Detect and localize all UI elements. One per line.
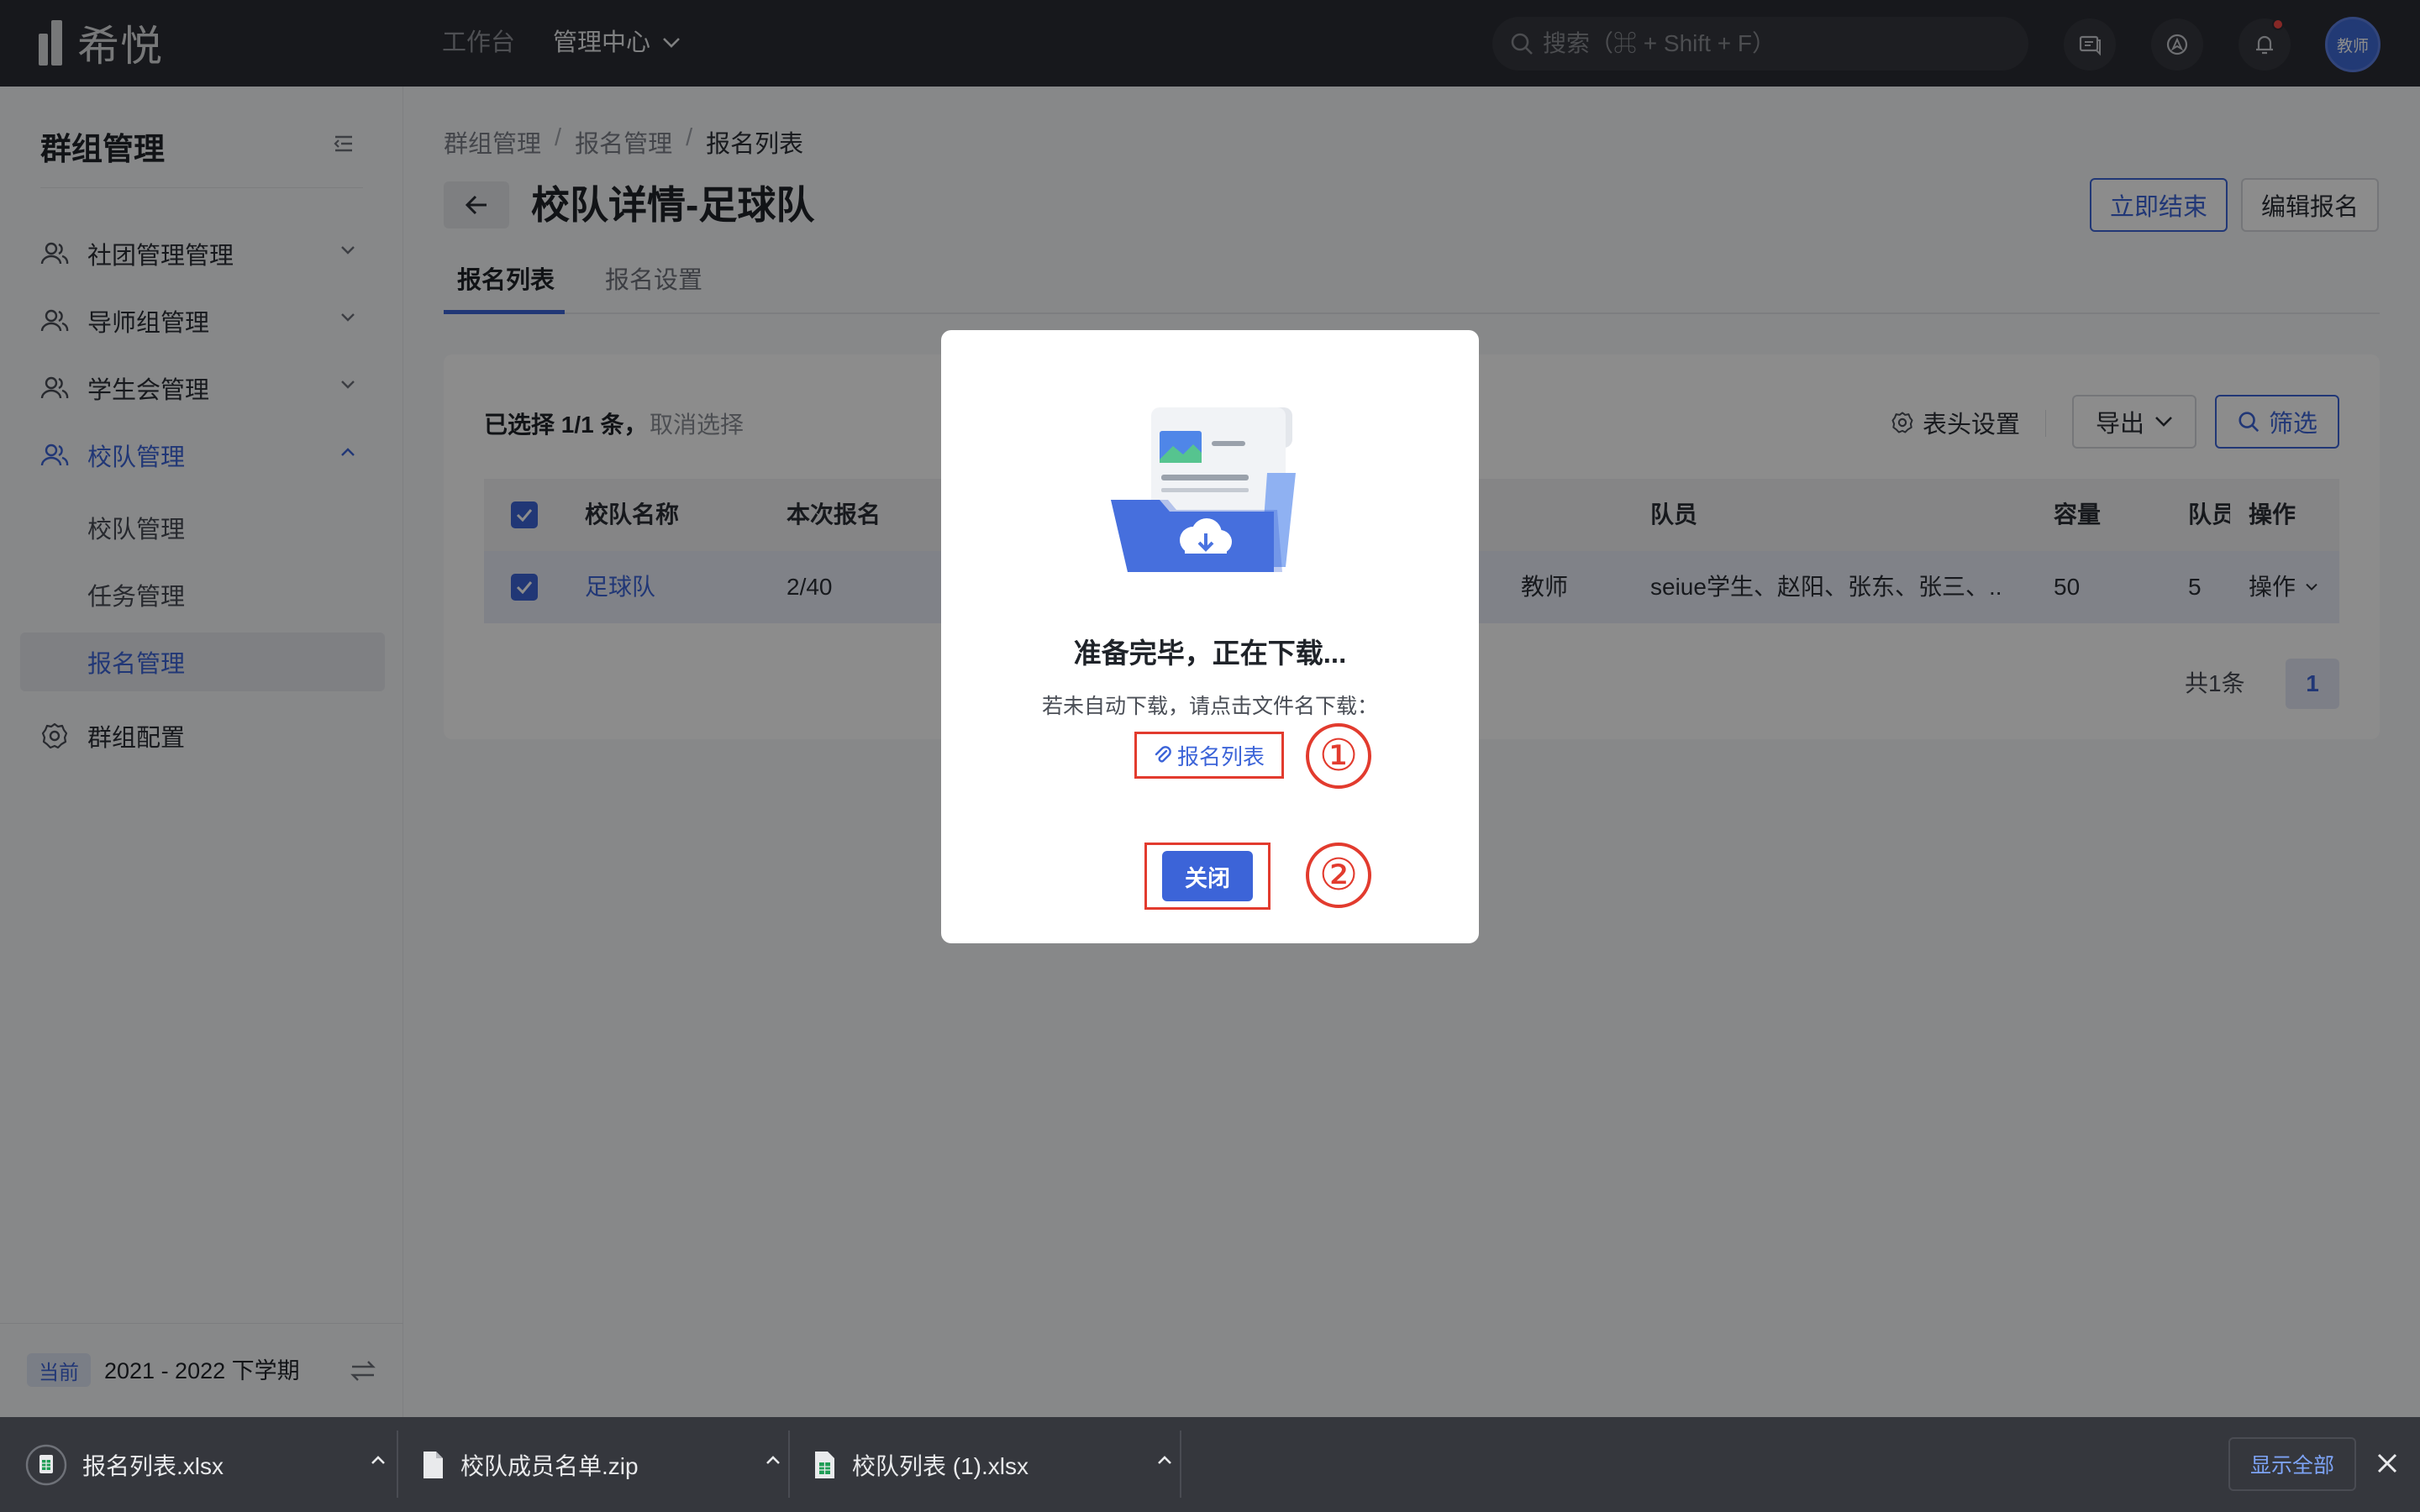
spreadsheet-icon: [25, 1444, 67, 1485]
step-2-annotation: ②: [1306, 843, 1371, 908]
chevron-up-icon[interactable]: [765, 1454, 781, 1466]
download-item[interactable]: 校队成员名单.zip: [420, 1417, 812, 1512]
chevron-up-icon[interactable]: [1156, 1454, 1173, 1466]
download-item[interactable]: 校队列表 (1).xlsx: [812, 1417, 1203, 1512]
download-dialog: 准备完毕，正在下载... 若未自动下载，请点击文件名下载： 报名列表 ① 关闭 …: [941, 330, 1479, 943]
download-file-name: 校队成员名单.zip: [460, 1452, 639, 1479]
chevron-up-icon[interactable]: [370, 1454, 387, 1466]
paperclip-icon: [1155, 746, 1171, 763]
close-icon[interactable]: [2375, 1451, 2400, 1476]
spreadsheet-icon: [815, 1451, 834, 1478]
file-icon: [424, 1451, 443, 1478]
browser-download-bar: 报名列表.xlsx 校队成员名单.zip 校队列表 (1).xlsx 显示全部: [0, 1417, 2420, 1512]
download-file-name: 报名列表: [1176, 743, 1265, 769]
download-item[interactable]: 报名列表.xlsx: [25, 1417, 417, 1512]
download-separator: [788, 1431, 790, 1498]
download-file-name: 校队列表 (1).xlsx: [852, 1452, 1029, 1479]
download-file-name: 报名列表.xlsx: [82, 1452, 224, 1479]
download-file-link[interactable]: 报名列表: [1134, 732, 1284, 779]
close-dialog-button[interactable]: 关闭: [1162, 851, 1253, 901]
step-1-annotation: ①: [1306, 723, 1371, 789]
show-all-downloads-button[interactable]: 显示全部: [2228, 1437, 2356, 1491]
download-separator: [1180, 1431, 1181, 1498]
download-separator: [397, 1431, 398, 1498]
close-button-highlight: 关闭: [1144, 843, 1270, 910]
dialog-title: 准备完毕，正在下载...: [1073, 638, 1347, 669]
folder-download-illustration-icon: [1111, 407, 1296, 572]
dialog-hint: 若未自动下载，请点击文件名下载：: [1041, 695, 1378, 718]
